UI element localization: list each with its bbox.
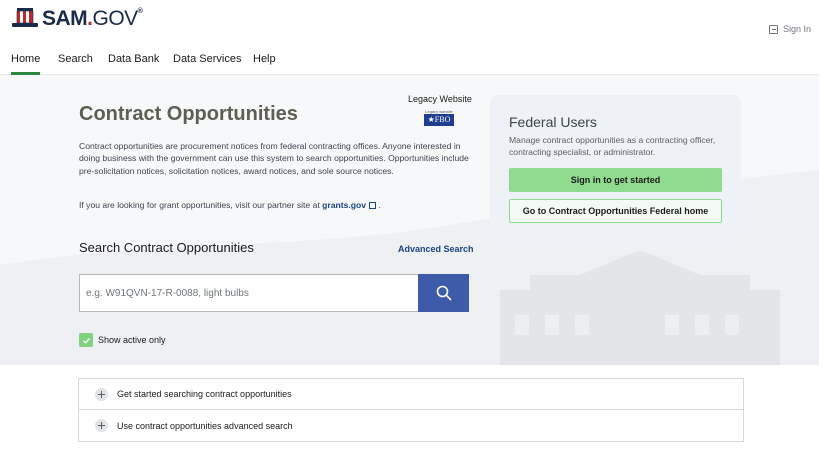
sign-in-icon xyxy=(768,24,778,34)
federal-home-button[interactable]: Go to Contract Opportunities Federal hom… xyxy=(509,199,722,223)
top-header: SAM.GOV® Sign In xyxy=(0,0,819,44)
federal-users-description: Manage contract opportunities as a contr… xyxy=(509,135,716,158)
plus-icon xyxy=(95,387,108,401)
checkmark-icon xyxy=(82,337,90,344)
nav-home[interactable]: Home xyxy=(11,53,41,75)
search-button[interactable] xyxy=(418,274,469,312)
sam-gov-logo[interactable]: SAM.GOV® xyxy=(11,7,143,31)
fbo-legacy-link[interactable]: Legacy website ★FBO xyxy=(424,109,454,127)
show-active-row: Show active only xyxy=(79,333,166,347)
sign-in-label: Sign In xyxy=(782,24,811,34)
accordion-item-get-started[interactable]: Get started searching contract opportuni… xyxy=(78,378,744,410)
accordion-label: Use contract opportunities advanced sear… xyxy=(117,420,293,431)
grants-prefix: If you are looking for grant opportuniti… xyxy=(79,200,323,210)
grants-suffix: . xyxy=(376,200,381,210)
nav-help[interactable]: Help xyxy=(253,53,276,65)
search-heading: Search Contract Opportunities xyxy=(79,240,254,255)
nav-data-services[interactable]: Data Services xyxy=(173,53,241,65)
show-active-label: Show active only xyxy=(98,335,166,345)
logo-wordmark: SAM.GOV® xyxy=(42,7,143,30)
fbo-badge: ★FBO xyxy=(424,114,454,126)
sign-in-link[interactable]: Sign In xyxy=(768,24,811,34)
grants-gov-link[interactable]: grants.gov xyxy=(322,200,366,210)
main-nav: Home Search Data Bank Data Services Help xyxy=(0,44,819,75)
show-active-checkbox[interactable] xyxy=(79,333,93,347)
nav-data-bank[interactable]: Data Bank xyxy=(108,53,159,65)
federal-users-card: Federal Users Manage contract opportunit… xyxy=(490,95,741,242)
legacy-website-label: Legacy Website xyxy=(408,94,472,104)
federal-users-title: Federal Users xyxy=(509,114,597,130)
search-input[interactable] xyxy=(79,274,419,312)
accordion-label: Get started searching contract opportuni… xyxy=(117,389,292,399)
page-title: Contract Opportunities xyxy=(79,103,298,125)
uncle-sam-hat-icon xyxy=(12,8,38,27)
nav-search[interactable]: Search xyxy=(58,53,93,65)
plus-icon xyxy=(95,419,108,432)
grants-notice: If you are looking for grant opportuniti… xyxy=(79,200,471,210)
search-icon xyxy=(436,285,451,301)
sign-in-to-get-started-button[interactable]: Sign in to get started xyxy=(509,168,722,192)
accordion-item-advanced-search[interactable]: Use contract opportunities advanced sear… xyxy=(78,410,744,442)
page-description: Contract opportunities are procurement n… xyxy=(79,141,469,176)
advanced-search-link[interactable]: Advanced Search xyxy=(398,244,474,254)
